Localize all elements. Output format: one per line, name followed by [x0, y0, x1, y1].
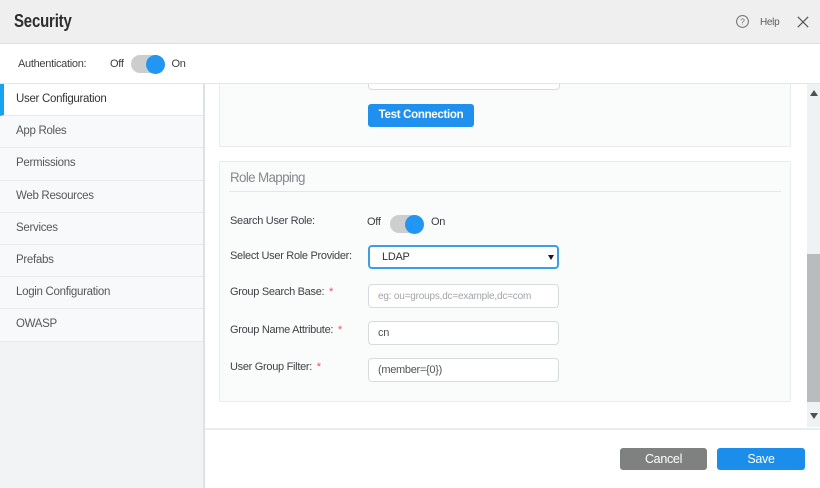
svg-text:?: ?: [740, 16, 745, 26]
